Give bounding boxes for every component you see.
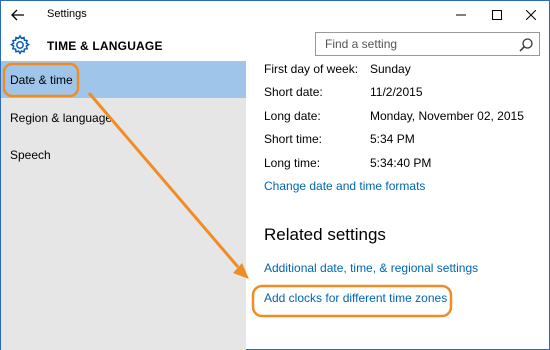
format-label: Short time:	[264, 132, 323, 146]
minimize-button[interactable]	[445, 1, 477, 29]
close-icon	[526, 10, 536, 20]
sidebar-item-label: Region & language	[10, 111, 113, 125]
sidebar-item-label: Date & time	[10, 73, 73, 87]
additional-settings-link[interactable]: Additional date, time, & regional settin…	[264, 261, 478, 275]
title-bar: Settings	[1, 1, 549, 29]
sidebar: Date & time Region & language Speech	[1, 61, 246, 350]
back-button[interactable]	[5, 4, 31, 26]
main-content: First day of week: Sunday Short date: 11…	[246, 61, 549, 350]
format-label: First day of week:	[264, 62, 359, 76]
window-title: Settings	[47, 8, 87, 20]
sidebar-item-speech[interactable]: Speech	[1, 136, 246, 173]
close-button[interactable]	[515, 1, 547, 29]
change-formats-link[interactable]: Change date and time formats	[264, 179, 425, 193]
format-value: 11/2/2015	[370, 85, 423, 99]
settings-window: Settings TIME & LANGUAGE Find a setting …	[0, 0, 550, 350]
page-title: TIME & LANGUAGE	[47, 39, 163, 53]
sidebar-item-date-time[interactable]: Date & time	[1, 61, 246, 98]
maximize-icon	[492, 10, 502, 20]
add-clocks-link[interactable]: Add clocks for different time zones	[264, 291, 447, 305]
search-box[interactable]	[315, 32, 540, 56]
gear-icon	[9, 34, 31, 55]
format-label: Long time:	[264, 156, 321, 170]
format-value: Monday, November 02, 2015	[370, 109, 524, 123]
format-label: Long date:	[264, 109, 321, 123]
maximize-button[interactable]	[481, 1, 513, 29]
minimize-icon	[456, 14, 466, 16]
related-settings-heading: Related settings	[264, 225, 386, 244]
search-icon	[519, 38, 533, 52]
format-value: 5:34 PM	[370, 132, 415, 146]
format-value: 5:34:40 PM	[370, 156, 432, 170]
back-arrow-icon	[11, 9, 24, 21]
page-header: TIME & LANGUAGE	[1, 29, 549, 61]
search-input[interactable]	[325, 36, 510, 52]
format-value: Sunday	[370, 62, 411, 76]
search-button[interactable]	[518, 37, 534, 53]
format-label: Short date:	[264, 85, 323, 99]
sidebar-item-region-language[interactable]: Region & language	[1, 99, 246, 136]
sidebar-item-label: Speech	[10, 148, 51, 162]
